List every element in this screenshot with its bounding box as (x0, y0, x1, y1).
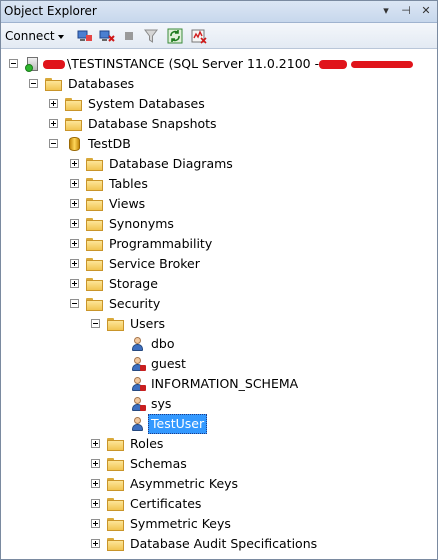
tree-node-label: INFORMATION_SCHEMA (151, 376, 299, 391)
redaction-mark (43, 60, 65, 69)
server-label: \TESTINSTANCE (SQL Server 11.0.2100 - (67, 56, 320, 71)
collapse-toggle[interactable] (70, 299, 79, 308)
expand-toggle[interactable] (70, 219, 79, 228)
server-connected-icon (25, 56, 41, 72)
folder-icon (107, 538, 124, 551)
folder-icon (107, 498, 124, 511)
folder-icon (86, 238, 103, 251)
tree-node-label: Storage (109, 276, 158, 291)
redaction-mark (319, 60, 347, 69)
folder-icon (107, 478, 124, 491)
expand-toggle[interactable] (91, 499, 100, 508)
tree-node-label: Synonyms (109, 216, 174, 231)
tree-node-label: System Databases (88, 96, 205, 111)
tree-node-label: Security (109, 296, 161, 311)
expand-toggle[interactable] (91, 539, 100, 548)
connect-object-explorer-icon[interactable] (77, 28, 93, 44)
user-disabled-icon (130, 376, 146, 392)
tree-node-label: Users (130, 316, 166, 331)
object-explorer-panel: Object Explorer ▾ ⊣ ✕ Connect \TESTINSTA… (0, 0, 438, 560)
tree-node-label: Roles (130, 436, 164, 451)
tree-node-label: Databases (68, 76, 135, 91)
stop-icon[interactable] (121, 28, 137, 44)
tree-node-label: Database Audit Specifications (130, 536, 318, 551)
disconnect-icon[interactable] (99, 28, 115, 44)
close-icon[interactable]: ✕ (419, 4, 433, 18)
tree-node-label: sys (151, 396, 172, 411)
database-icon (68, 136, 81, 152)
object-explorer-tree: \TESTINSTANCE (SQL Server 11.0.2100 - Da… (1, 51, 437, 559)
collapse-toggle[interactable] (49, 139, 58, 148)
expand-toggle[interactable] (91, 439, 100, 448)
expand-toggle[interactable] (70, 199, 79, 208)
tree-node-label: Tables (109, 176, 148, 191)
folder-icon (86, 178, 103, 191)
folder-icon (86, 158, 103, 171)
expand-toggle[interactable] (49, 99, 58, 108)
tree-node-label: guest (151, 356, 186, 371)
folder-icon (86, 298, 103, 311)
folder-icon (86, 218, 103, 231)
folder-icon (65, 118, 82, 131)
auto-hide-pin-icon[interactable]: ⊣ (399, 4, 413, 18)
filter-icon[interactable] (143, 28, 159, 44)
expand-toggle[interactable] (70, 239, 79, 248)
folder-icon (45, 78, 62, 91)
collapse-toggle[interactable] (91, 319, 100, 328)
user-disabled-icon (130, 356, 146, 372)
expand-toggle[interactable] (91, 519, 100, 528)
expand-toggle[interactable] (91, 459, 100, 468)
expand-toggle[interactable] (91, 479, 100, 488)
folder-icon (107, 438, 124, 451)
folder-icon (107, 318, 124, 331)
folder-icon (86, 258, 103, 271)
panel-title: Object Explorer (4, 4, 97, 18)
expand-toggle[interactable] (49, 119, 58, 128)
connect-button[interactable]: Connect (5, 27, 64, 45)
tree-node-label: Programmability (109, 236, 213, 251)
expand-toggle[interactable] (70, 259, 79, 268)
tree-node-label-selected: TestUser (148, 414, 208, 434)
collapse-toggle[interactable] (29, 79, 38, 88)
tree-node-label: Service Broker (109, 256, 200, 271)
folder-icon (86, 278, 103, 291)
collapse-toggle[interactable] (9, 59, 18, 68)
connect-dropdown-icon (57, 34, 64, 39)
folder-icon (65, 98, 82, 111)
user-icon (130, 416, 146, 432)
folder-icon (86, 198, 103, 211)
expand-toggle[interactable] (70, 179, 79, 188)
tree-node-label: Database Diagrams (109, 156, 233, 171)
expand-toggle[interactable] (70, 279, 79, 288)
tree-node-label: Symmetric Keys (130, 516, 231, 531)
title-bar: Object Explorer ▾ ⊣ ✕ (1, 1, 437, 23)
tree-node-label: Asymmetric Keys (130, 476, 239, 491)
refresh-icon[interactable] (167, 28, 183, 44)
tree-node-label: TestDB (88, 136, 131, 151)
toolbar: Connect (1, 23, 437, 49)
activity-monitor-icon[interactable] (191, 28, 207, 44)
tree-node-label: Certificates (130, 496, 202, 511)
expand-toggle[interactable] (70, 159, 79, 168)
tree-node-label: Database Snapshots (88, 116, 217, 131)
window-position-dropdown-icon[interactable]: ▾ (379, 4, 393, 18)
folder-icon (107, 458, 124, 471)
tree-node-label: dbo (151, 336, 175, 351)
tree-node-label: Views (109, 196, 146, 211)
folder-icon (107, 518, 124, 531)
user-icon (130, 336, 146, 352)
tree-node-server[interactable]: \TESTINSTANCE (SQL Server 11.0.2100 - (1, 54, 437, 74)
connect-label: Connect (5, 29, 55, 43)
tree-node-label: Schemas (130, 456, 187, 471)
redaction-mark (351, 61, 413, 68)
user-disabled-icon (130, 396, 146, 412)
